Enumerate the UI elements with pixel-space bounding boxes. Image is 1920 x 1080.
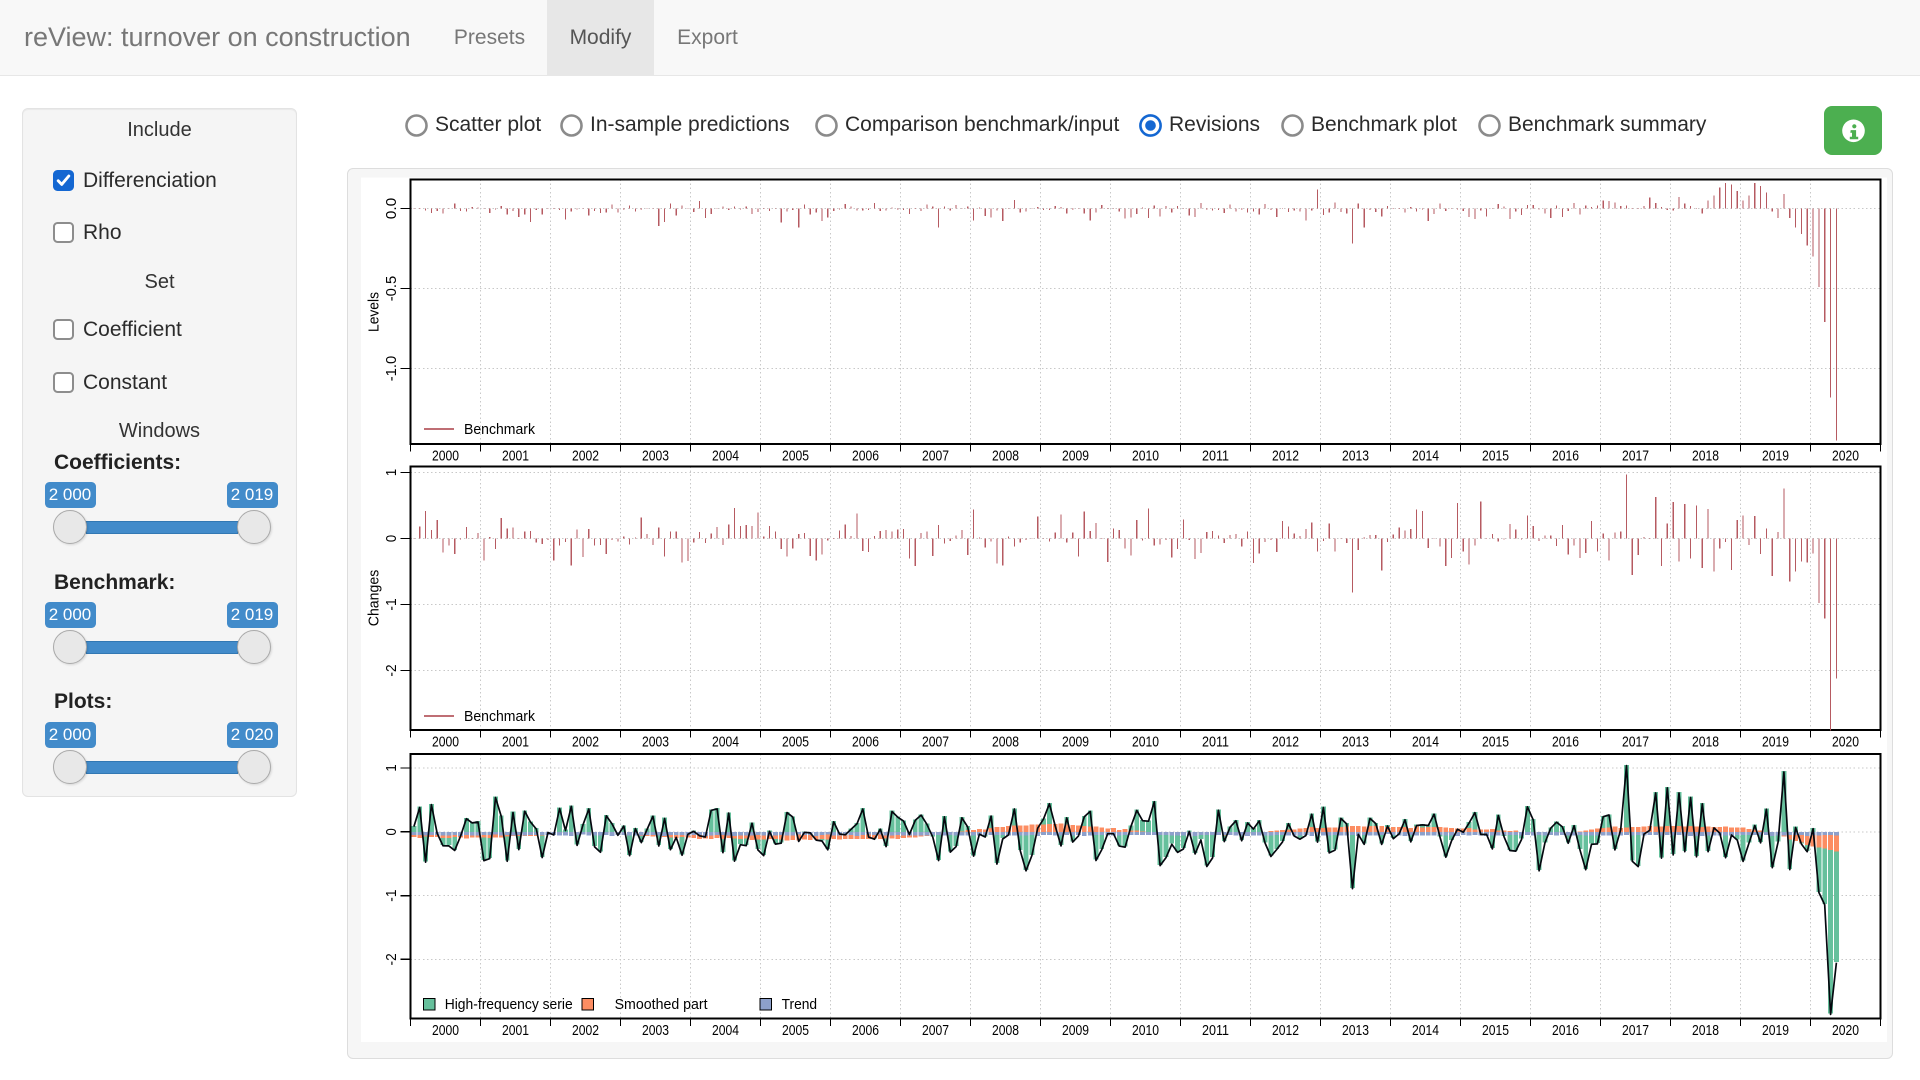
svg-text:2007: 2007 (922, 449, 949, 465)
svg-text:2013: 2013 (1342, 735, 1369, 751)
svg-text:2015: 2015 (1482, 735, 1509, 751)
svg-text:2004: 2004 (712, 449, 739, 465)
svg-text:2018: 2018 (1692, 449, 1719, 465)
svg-text:1: 1 (384, 764, 400, 771)
svg-text:0: 0 (384, 535, 400, 542)
svg-text:Trend: Trend (782, 996, 818, 1013)
svg-text:2014: 2014 (1412, 449, 1439, 465)
svg-text:2007: 2007 (922, 735, 949, 751)
svg-text:2011: 2011 (1202, 1023, 1229, 1039)
svg-text:2010: 2010 (1132, 1023, 1159, 1039)
svg-text:Benchmark: Benchmark (464, 708, 535, 725)
svg-text:2015: 2015 (1482, 449, 1509, 465)
svg-text:2019: 2019 (1762, 1023, 1789, 1039)
svg-text:2010: 2010 (1132, 735, 1159, 751)
svg-text:2003: 2003 (642, 735, 669, 751)
svg-text:Levels: Levels (366, 292, 383, 332)
svg-text:2004: 2004 (712, 735, 739, 751)
svg-text:2020: 2020 (1832, 735, 1859, 751)
svg-text:2017: 2017 (1622, 1023, 1649, 1039)
svg-text:2009: 2009 (1062, 1023, 1089, 1039)
svg-text:2009: 2009 (1062, 735, 1089, 751)
svg-text:2018: 2018 (1692, 1023, 1719, 1039)
svg-text:0.0: 0.0 (384, 198, 400, 220)
svg-text:2012: 2012 (1272, 449, 1299, 465)
svg-text:2019: 2019 (1762, 449, 1789, 465)
svg-text:2020: 2020 (1832, 1023, 1859, 1039)
svg-text:-1: -1 (384, 598, 400, 610)
svg-text:2007: 2007 (922, 1023, 949, 1039)
svg-text:2012: 2012 (1272, 1023, 1299, 1039)
svg-text:2014: 2014 (1412, 735, 1439, 751)
svg-text:Benchmark: Benchmark (464, 421, 535, 438)
svg-text:2004: 2004 (712, 1023, 739, 1039)
svg-text:2002: 2002 (572, 1023, 599, 1039)
svg-text:2003: 2003 (642, 449, 669, 465)
svg-text:2006: 2006 (852, 735, 879, 751)
svg-text:2009: 2009 (1062, 449, 1089, 465)
svg-text:2002: 2002 (572, 449, 599, 465)
svg-text:2013: 2013 (1342, 1023, 1369, 1039)
svg-text:2008: 2008 (992, 449, 1019, 465)
svg-text:2011: 2011 (1202, 449, 1229, 465)
svg-text:2018: 2018 (1692, 735, 1719, 751)
svg-text:2013: 2013 (1342, 449, 1369, 465)
svg-text:2017: 2017 (1622, 735, 1649, 751)
svg-text:-2: -2 (384, 664, 400, 676)
svg-text:2006: 2006 (852, 449, 879, 465)
svg-text:2005: 2005 (782, 1023, 809, 1039)
svg-text:2003: 2003 (642, 1023, 669, 1039)
svg-text:Smoothed part: Smoothed part (615, 996, 709, 1013)
svg-text:2000: 2000 (432, 1023, 459, 1039)
svg-text:-2: -2 (384, 953, 400, 965)
svg-text:-0.5: -0.5 (384, 276, 400, 302)
svg-text:2016: 2016 (1552, 449, 1579, 465)
svg-text:2014: 2014 (1412, 1023, 1439, 1039)
svg-text:2010: 2010 (1132, 449, 1159, 465)
svg-text:-1.0: -1.0 (384, 356, 400, 382)
svg-text:High-frequency serie: High-frequency serie (445, 996, 573, 1013)
svg-text:2019: 2019 (1762, 735, 1789, 751)
svg-text:2001: 2001 (502, 1023, 529, 1039)
svg-text:0: 0 (384, 828, 400, 835)
svg-text:2002: 2002 (572, 735, 599, 751)
svg-text:2020: 2020 (1832, 449, 1859, 465)
svg-text:2016: 2016 (1552, 735, 1579, 751)
svg-text:2001: 2001 (502, 449, 529, 465)
svg-text:2015: 2015 (1482, 1023, 1509, 1039)
svg-text:1: 1 (384, 469, 400, 476)
svg-text:Changes: Changes (366, 570, 383, 627)
svg-text:2000: 2000 (432, 735, 459, 751)
svg-text:2006: 2006 (852, 1023, 879, 1039)
svg-text:2005: 2005 (782, 735, 809, 751)
svg-text:2016: 2016 (1552, 1023, 1579, 1039)
svg-text:2001: 2001 (502, 735, 529, 751)
svg-text:2005: 2005 (782, 449, 809, 465)
svg-text:2011: 2011 (1202, 735, 1229, 751)
svg-text:2012: 2012 (1272, 735, 1299, 751)
svg-text:-1: -1 (384, 890, 400, 902)
svg-text:2000: 2000 (432, 449, 459, 465)
svg-text:2017: 2017 (1622, 449, 1649, 465)
svg-text:2008: 2008 (992, 1023, 1019, 1039)
svg-text:2008: 2008 (992, 735, 1019, 751)
